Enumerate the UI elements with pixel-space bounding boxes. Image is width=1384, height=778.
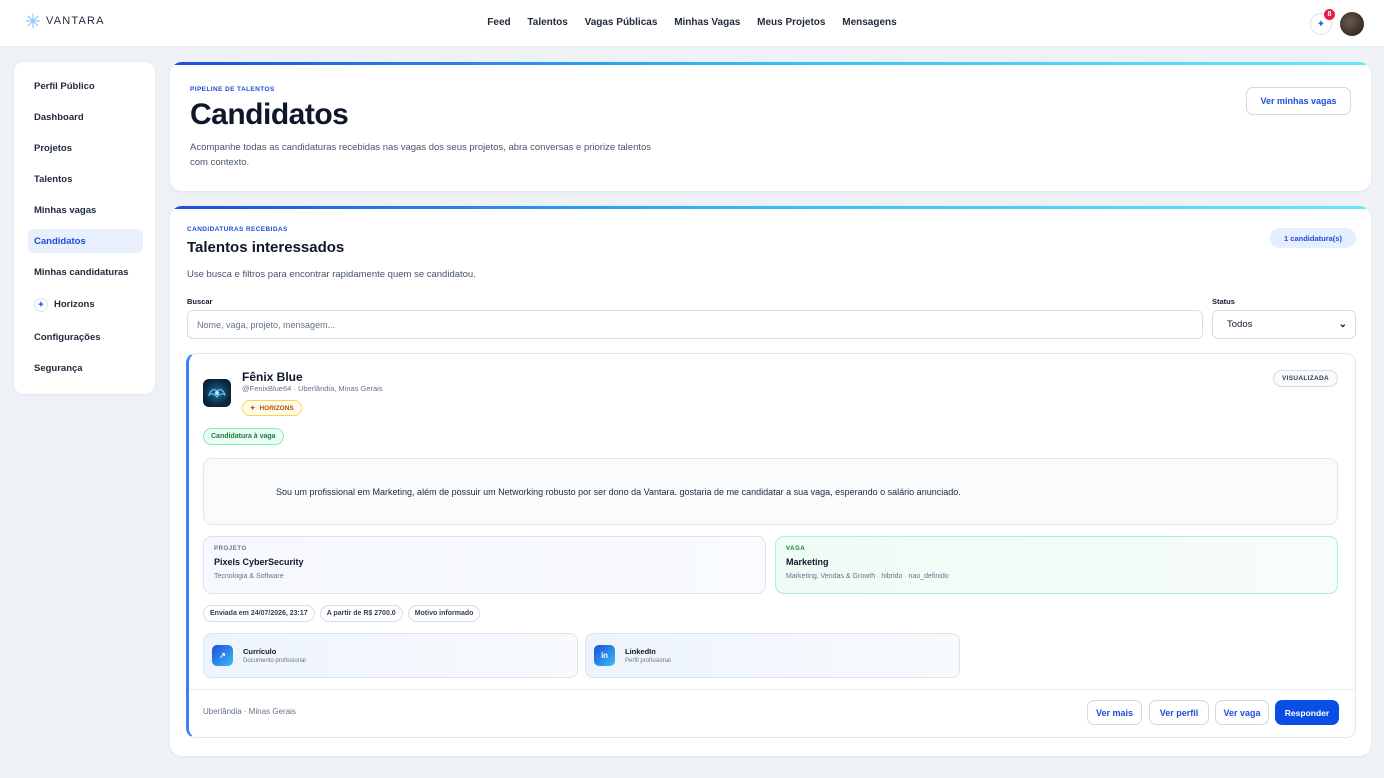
- user-avatar[interactable]: [1340, 12, 1364, 36]
- resume-title: Currículo: [243, 647, 277, 656]
- job-title: Marketing: [786, 557, 829, 567]
- divider: [189, 689, 1355, 690]
- application-meta: Enviada em 24/07/2026, 23:17 A partir de…: [203, 605, 481, 622]
- accent-bar: [170, 206, 1371, 209]
- search-label: Buscar: [187, 297, 213, 306]
- candidate-location: Uberlândia · Minas Gerais: [203, 707, 296, 716]
- candidate-card: Fênix Blue @FenixBlue64 · Uberlândia, Mi…: [186, 353, 1356, 738]
- project-eyebrow: PROJETO: [214, 546, 247, 552]
- section-description: Use busca e filtros para encontrar rapid…: [187, 269, 476, 280]
- project-info-box: PROJETO Pixels CyberSecurity Tecnologia …: [203, 536, 766, 594]
- view-my-jobs-button[interactable]: Ver minhas vagas: [1246, 87, 1351, 115]
- application-type-badge: Candidatura à vaga: [203, 428, 284, 445]
- sidebar-item-horizons[interactable]: ✦ Horizons: [28, 291, 143, 318]
- sidebar-item-seguranca[interactable]: Segurança: [28, 356, 143, 380]
- sparkle-icon: ✦: [250, 405, 256, 412]
- nav-mensagens[interactable]: Mensagens: [842, 17, 896, 28]
- resume-link[interactable]: ↗ Currículo Documento profissional: [203, 633, 578, 678]
- page-eyebrow: PIPELINE DE TALENTOS: [190, 86, 275, 93]
- linkedin-title: LinkedIn: [625, 647, 656, 656]
- see-more-button[interactable]: Ver mais: [1087, 700, 1142, 725]
- notification-count-badge: 8: [1324, 9, 1335, 20]
- linkedin-link[interactable]: in LinkedIn Perfil profissional: [585, 633, 960, 678]
- search-input[interactable]: [187, 310, 1203, 339]
- sidebar-item-dashboard[interactable]: Dashboard: [28, 105, 143, 129]
- horizons-badge-label: HORIZONS: [259, 404, 294, 412]
- document-icon: ↗: [212, 645, 233, 666]
- linkedin-icon: in: [594, 645, 615, 666]
- sidebar-item-minhas-vagas[interactable]: Minhas vagas: [28, 198, 143, 222]
- sidebar-item-minhas-candidaturas[interactable]: Minhas candidaturas: [28, 260, 143, 284]
- linkedin-subtitle: Perfil profissional: [625, 658, 671, 664]
- job-eyebrow: VAGA: [786, 546, 806, 552]
- project-title: Pixels CyberSecurity: [214, 557, 304, 567]
- application-count-badge: 1 candidatura(s): [1270, 228, 1356, 248]
- nav-vagas-publicas[interactable]: Vagas Públicas: [585, 17, 658, 28]
- chevron-down-icon: ⌄: [1338, 319, 1347, 330]
- salary-badge: A partir de R$ 2700.0: [319, 605, 403, 622]
- sidebar-item-label: Horizons: [54, 299, 95, 310]
- status-label: Status: [1212, 297, 1235, 306]
- section-title: Talentos interessados: [187, 239, 345, 256]
- page-title: Candidatos: [190, 98, 349, 131]
- sidebar-item-projetos[interactable]: Projetos: [28, 136, 143, 160]
- status-select-value: Todos: [1227, 319, 1253, 330]
- job-subtitle: Marketing, Vendas & Growth · hibrido · n…: [786, 573, 949, 580]
- section-eyebrow: CANDIDATURAS RECEBIDAS: [187, 226, 288, 233]
- reply-button[interactable]: Responder: [1275, 700, 1339, 725]
- sent-date-badge: Enviada em 24/07/2026, 23:17: [203, 605, 315, 622]
- sidebar-item-perfil-publico[interactable]: Perfil Público: [28, 74, 143, 98]
- view-profile-button[interactable]: Ver perfil: [1149, 700, 1209, 725]
- accent-bar: [170, 62, 1371, 65]
- top-navbar: VANTARA Feed Talentos Vagas Públicas Min…: [0, 0, 1384, 47]
- page-header-card: PIPELINE DE TALENTOS Candidatos Acompanh…: [170, 62, 1371, 191]
- project-subtitle: Tecnologia & Software: [214, 573, 284, 580]
- nav-talentos[interactable]: Talentos: [527, 17, 567, 28]
- candidate-handle: @FenixBlue64 · Uberlândia, Minas Gerais: [242, 384, 383, 393]
- candidate-name[interactable]: Fênix Blue: [242, 370, 303, 384]
- reason-badge: Motivo informado: [407, 605, 481, 622]
- phoenix-logo-icon: [207, 389, 227, 398]
- applications-card: CANDIDATURAS RECEBIDAS Talentos interess…: [170, 206, 1371, 756]
- sidebar-item-talentos[interactable]: Talentos: [28, 167, 143, 191]
- main-nav: Feed Talentos Vagas Públicas Minhas Vaga…: [0, 17, 1384, 28]
- sidebar: Perfil Público Dashboard Projetos Talent…: [14, 62, 155, 394]
- resume-subtitle: Documento profissional: [243, 658, 306, 664]
- job-info-box: VAGA Marketing Marketing, Vendas & Growt…: [775, 536, 1338, 594]
- sparkle-icon: ✦: [34, 297, 48, 312]
- sidebar-item-candidatos[interactable]: Candidatos: [28, 229, 143, 253]
- application-message-text: Sou um profissional em Marketing, além d…: [276, 486, 961, 497]
- view-job-button[interactable]: Ver vaga: [1215, 700, 1269, 725]
- status-badge: VISUALIZADA: [1273, 370, 1338, 387]
- status-select[interactable]: Todos ⌄: [1212, 310, 1356, 339]
- nav-minhas-vagas[interactable]: Minhas Vagas: [674, 17, 740, 28]
- page-description: Acompanhe todas as candidaturas recebida…: [190, 142, 652, 168]
- candidate-avatar[interactable]: [203, 379, 231, 407]
- horizons-badge: ✦ HORIZONS: [242, 400, 302, 416]
- sidebar-item-configuracoes[interactable]: Configurações: [28, 325, 143, 349]
- nav-meus-projetos[interactable]: Meus Projetos: [757, 17, 825, 28]
- application-message: Sou um profissional em Marketing, além d…: [203, 458, 1338, 525]
- sparkle-icon: ✦: [1316, 18, 1326, 30]
- nav-feed[interactable]: Feed: [487, 17, 510, 28]
